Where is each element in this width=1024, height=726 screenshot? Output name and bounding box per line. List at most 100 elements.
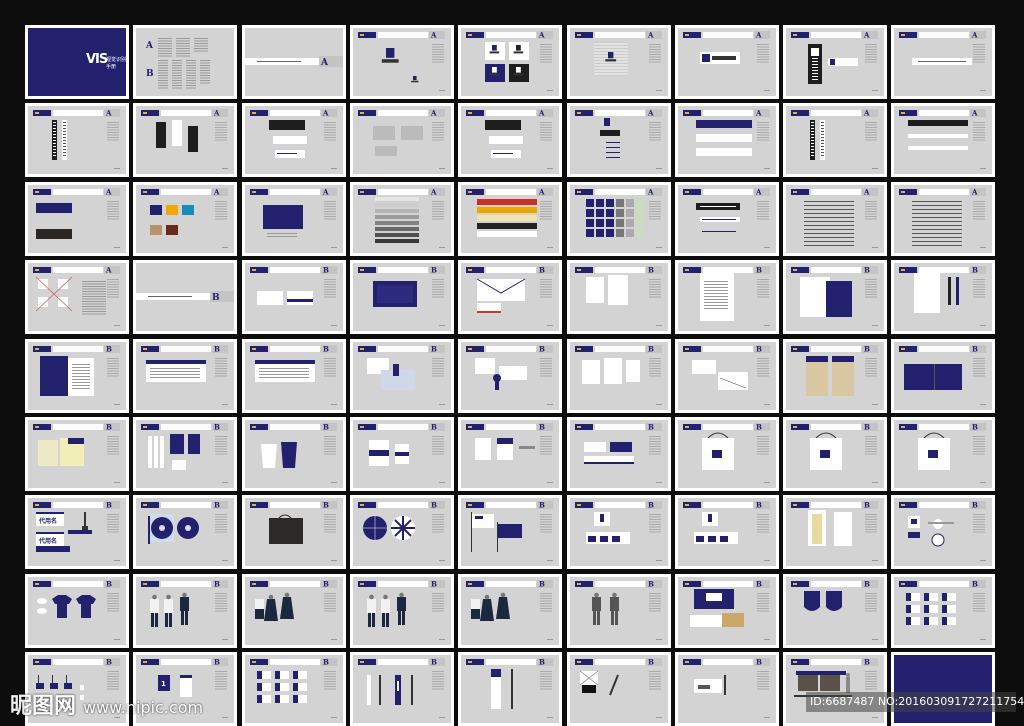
manual-page-thumbnail-kraft-docs[interactable]: B <box>25 417 129 491</box>
manual-page-thumbnail-bag[interactable]: B <box>783 417 888 491</box>
manual-page-thumbnail-logo-grid[interactable]: A <box>566 25 671 99</box>
manual-page-thumbnail-umbrella[interactable]: B <box>349 495 454 570</box>
manual-page-thumbnail-navy-block[interactable]: A <box>241 181 346 256</box>
manual-page-thumbnail-text-lines[interactable]: A <box>783 181 888 256</box>
svg-text:B: B <box>972 344 978 353</box>
manual-page-thumbnail-envelope-navy[interactable]: B <box>349 260 454 335</box>
page-canvas: B <box>786 655 885 724</box>
manual-page-thumbnail-gray-logos[interactable]: A <box>349 103 454 178</box>
manual-page-thumbnail-vbars[interactable]: A <box>25 103 129 178</box>
manual-page-thumbnail-logo-long[interactable]: A <box>674 103 779 178</box>
svg-text:B: B <box>431 658 437 667</box>
manual-page-thumbnail-round-signs[interactable]: B <box>891 495 996 570</box>
manual-page-thumbnail-color-navy[interactable]: A <box>25 181 129 256</box>
manual-page-thumbnail-cards[interactable]: B <box>566 417 671 491</box>
svg-text:B: B <box>756 658 762 667</box>
page-illustration: B <box>141 579 229 640</box>
manual-page-thumbnail-logo-variants[interactable]: A <box>458 25 563 99</box>
manual-page-thumbnail-flag[interactable]: B <box>458 495 563 570</box>
page-canvas: B <box>136 420 235 488</box>
manual-page-thumbnail-divider[interactable]: B <box>133 260 238 335</box>
manual-page-thumbnail-logo-wide[interactable]: A <box>674 25 779 99</box>
manual-page-thumbnail-wall-sign[interactable]: B <box>674 652 779 726</box>
watermark-site: 昵图网 www.nipic.com <box>10 688 203 720</box>
manual-page-thumbnail-folder-navy[interactable]: B <box>783 260 888 335</box>
page-canvas: A <box>894 184 993 253</box>
manual-page-thumbnail-form[interactable]: B <box>133 338 238 413</box>
svg-text:A: A <box>863 31 870 40</box>
manual-page-thumbnail-logo-combo[interactable]: A <box>566 103 671 178</box>
manual-page-thumbnail-standee[interactable]: B <box>783 495 888 570</box>
page-canvas: A <box>677 184 776 253</box>
watermark-site-cn: 昵图网 <box>10 694 77 719</box>
svg-text:A: A <box>971 109 978 118</box>
manual-page-thumbnail-logo[interactable]: A <box>349 25 454 99</box>
manual-page-thumbnail-vlogos[interactable]: A <box>133 103 238 178</box>
manual-page-thumbnail-uniform-men[interactable]: B <box>349 573 454 648</box>
manual-page-thumbnail-sign-name[interactable]: B 代用名 代用名 <box>25 495 129 570</box>
manual-page-thumbnail-logo-vertical[interactable]: A <box>783 25 888 99</box>
svg-text:B: B <box>648 344 654 353</box>
manual-page-thumbnail-folder[interactable]: B <box>25 338 129 413</box>
manual-page-thumbnail-certificate[interactable]: B <box>349 338 454 413</box>
manual-page-thumbnail-swatches[interactable]: A <box>133 181 238 256</box>
manual-page-thumbnail-kiosk[interactable]: B <box>783 652 888 726</box>
manual-page-thumbnail-card[interactable]: B <box>241 260 346 335</box>
manual-page-thumbnail-forbidden[interactable]: A <box>25 260 129 335</box>
manual-page-thumbnail-display[interactable]: B <box>566 495 671 570</box>
manual-page-thumbnail-folder-open[interactable]: B <box>891 338 996 413</box>
manual-page-thumbnail-uniform-women[interactable]: B <box>241 573 346 648</box>
manual-page-thumbnail-divider[interactable]: A <box>241 25 346 99</box>
manual-page-thumbnail-cd[interactable]: B <box>133 495 238 570</box>
page-illustration: B <box>466 266 554 327</box>
manual-page-thumbnail-gray-bars[interactable]: A <box>349 181 454 256</box>
manual-page-thumbnail-cups[interactable]: B <box>241 417 346 491</box>
manual-page-thumbnail-black-logos[interactable]: A <box>241 103 346 178</box>
manual-page-thumbnail-workwear[interactable]: B <box>566 573 671 648</box>
manual-page-thumbnail-binders[interactable]: B <box>133 417 238 491</box>
manual-page-thumbnail-front-desk[interactable]: B <box>674 573 779 648</box>
manual-page-thumbnail-paper[interactable]: B <box>566 260 671 335</box>
page-canvas: B <box>352 576 451 645</box>
manual-page-thumbnail-uniform-men[interactable]: B <box>133 573 238 648</box>
manual-page-thumbnail-back-cover[interactable] <box>891 652 996 726</box>
manual-page-thumbnail-font-sample[interactable]: A <box>674 181 779 256</box>
manual-page-thumbnail-bag[interactable]: B <box>891 417 996 491</box>
manual-page-thumbnail-color-grid[interactable]: A <box>566 181 671 256</box>
manual-page-thumbnail-lightbox[interactable]: B <box>566 652 671 726</box>
manual-page-thumbnail-black-logos[interactable]: A <box>458 103 563 178</box>
manual-page-thumbnail-tshirts[interactable]: B <box>25 573 129 648</box>
manual-page-thumbnail-door-signs[interactable]: B <box>241 652 346 726</box>
manual-page-thumbnail-docs[interactable]: B <box>566 338 671 413</box>
page-illustration: B <box>899 423 987 483</box>
page-canvas: B <box>786 263 885 332</box>
manual-page-thumbnail-invoice[interactable]: B <box>674 338 779 413</box>
manual-page-thumbnail-cover[interactable]: VIS 视觉识别手册 <box>25 25 129 99</box>
manual-page-thumbnail-pens[interactable]: B <box>891 260 996 335</box>
svg-text:A: A <box>430 31 437 40</box>
manual-page-thumbnail-pillar[interactable]: B <box>458 652 563 726</box>
page-canvas: B <box>28 576 126 645</box>
page-canvas: A <box>461 184 560 253</box>
manual-page-thumbnail-form[interactable]: B <box>241 338 346 413</box>
manual-page-thumbnail-vbars[interactable]: A <box>783 103 888 178</box>
manual-page-thumbnail-briefcase[interactable]: B <box>241 495 346 570</box>
manual-page-thumbnail-color-bars[interactable]: A <box>458 181 563 256</box>
manual-page-thumbnail-text-lines[interactable]: A <box>891 181 996 256</box>
manual-page-thumbnail-bag[interactable]: B <box>674 417 779 491</box>
manual-page-thumbnail-uniform-women[interactable]: B <box>458 573 563 648</box>
manual-page-thumbnail-display[interactable]: B <box>674 495 779 570</box>
manual-page-thumbnail-letterhead[interactable]: B <box>674 260 779 335</box>
manual-page-thumbnail-index[interactable]: AB <box>133 25 238 99</box>
manual-page-thumbnail-pillars[interactable]: B <box>349 652 454 726</box>
manual-page-thumbnail-door-signs[interactable]: B <box>891 573 996 648</box>
manual-page-thumbnail-mug[interactable]: B <box>349 417 454 491</box>
manual-page-thumbnail-envelope[interactable]: B <box>458 260 563 335</box>
manual-page-thumbnail-badge[interactable]: B <box>458 338 563 413</box>
manual-page-thumbnail-black-lines[interactable]: A <box>891 103 996 178</box>
svg-text:A: A <box>863 187 870 196</box>
manual-page-thumbnail-logo-strip[interactable]: A <box>891 25 996 99</box>
manual-page-thumbnail-kraft[interactable]: B <box>783 338 888 413</box>
manual-page-thumbnail-tags[interactable]: B <box>783 573 888 648</box>
manual-page-thumbnail-id-cards[interactable]: B <box>458 417 563 491</box>
